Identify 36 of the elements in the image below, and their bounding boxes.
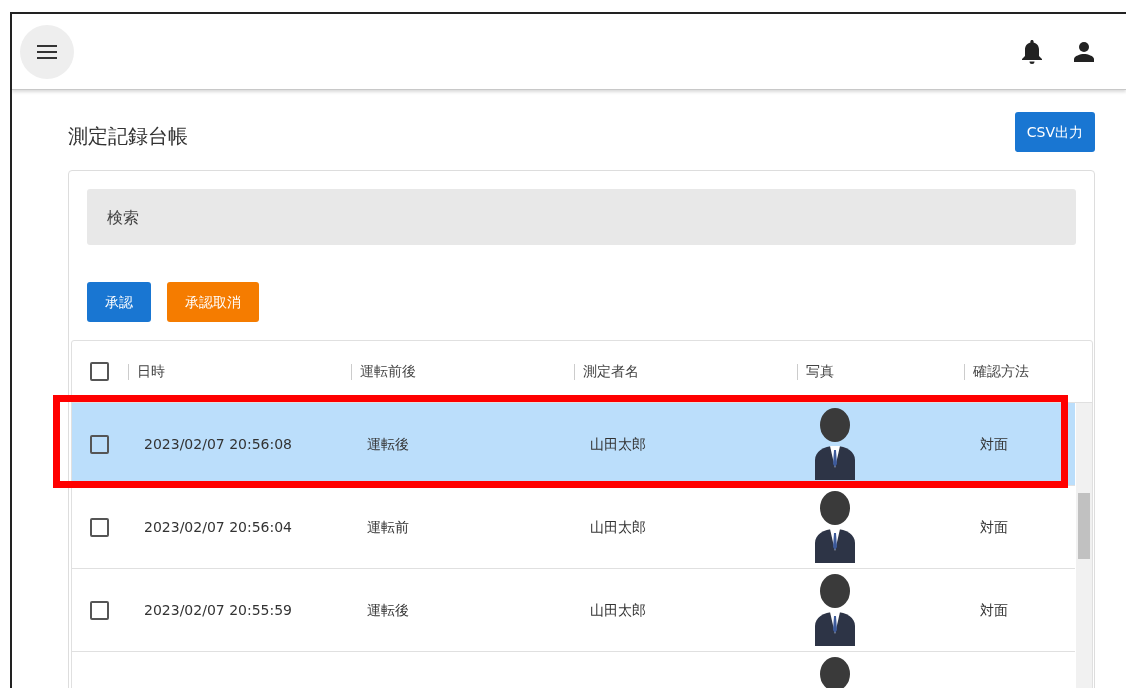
table-row[interactable]: 2023/02/07 20:56:04 運転前 山田太郎 対面 xyxy=(72,486,1075,569)
method-cell: 対面 xyxy=(980,601,1008,618)
measurer-cell: 山田太郎 xyxy=(590,435,646,452)
datetime-cell: 2023/02/07 20:56:08 xyxy=(144,435,293,452)
person-silhouette xyxy=(813,574,857,646)
datetime-cell: 2023/02/07 20:56:04 xyxy=(144,518,293,535)
table-row[interactable]: 2023/02/07 20:56:08 運転後 山田太郎 対面 xyxy=(72,403,1075,486)
person-silhouette xyxy=(813,408,857,480)
measurer-cell: 山田太郎 xyxy=(590,601,646,618)
timing-cell: 運転前 xyxy=(367,518,409,535)
scrollbar[interactable] xyxy=(1076,403,1092,688)
method-cell: 対面 xyxy=(980,518,1008,535)
bell-icon xyxy=(1022,39,1042,64)
menu-icon xyxy=(37,44,57,59)
column-header: 写真 xyxy=(806,362,834,381)
checkbox[interactable] xyxy=(90,517,109,537)
measurer-cell: 山田太郎 xyxy=(590,518,646,535)
search-field[interactable]: 検索 xyxy=(87,189,1076,245)
column-header: 運転前後 xyxy=(360,362,416,381)
column-header: 測定者名 xyxy=(583,362,639,381)
method-cell: 対面 xyxy=(980,435,1008,452)
scrollbar-thumb[interactable] xyxy=(1078,493,1090,559)
timing-cell: 運転後 xyxy=(367,601,409,618)
page-title: 測定記録台帳 xyxy=(68,124,188,148)
approve-button[interactable]: 承認 xyxy=(87,282,151,322)
column-header: 確認方法 xyxy=(973,362,1029,381)
column-header: 日時 xyxy=(137,362,165,381)
table-row[interactable]: 2023/02/07 20:55:59 運転後 山田太郎 対面 xyxy=(72,569,1075,652)
timing-cell: 運転後 xyxy=(367,435,409,452)
csv-export-button[interactable]: CSV出力 xyxy=(1014,112,1095,152)
person-icon xyxy=(1074,41,1094,62)
checkbox[interactable] xyxy=(90,434,109,454)
checkbox[interactable] xyxy=(90,600,109,620)
person-silhouette xyxy=(813,491,857,563)
checkbox[interactable] xyxy=(90,362,109,381)
datetime-cell: 2023/02/07 20:55:59 xyxy=(144,601,293,618)
